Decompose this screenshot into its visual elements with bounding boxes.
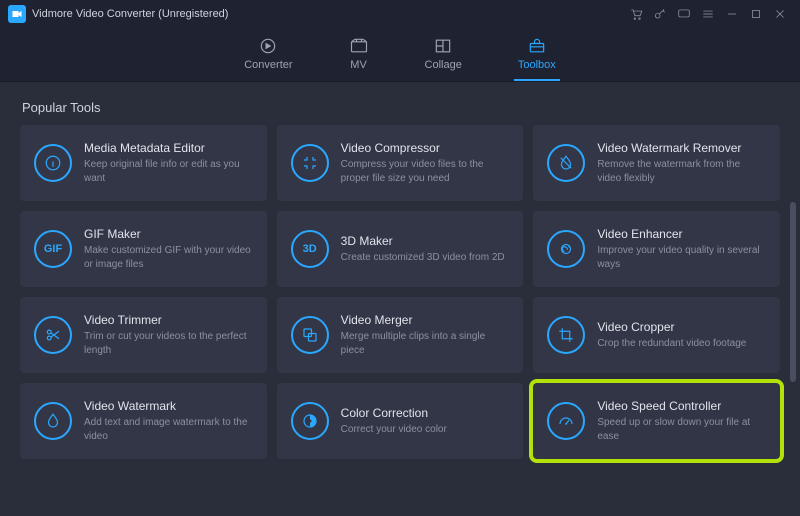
- tab-mv[interactable]: MV: [345, 28, 373, 81]
- tool-card-text: Media Metadata Editor Keep original file …: [84, 141, 253, 185]
- app-title: Vidmore Video Converter (Unregistered): [32, 8, 228, 20]
- tool-title: GIF Maker: [84, 227, 253, 241]
- app-logo-icon: [8, 5, 26, 23]
- compress-icon: [291, 144, 329, 182]
- tool-title: 3D Maker: [341, 234, 505, 248]
- tool-card[interactable]: Video Watermark Remover Remove the waterm…: [533, 125, 780, 201]
- water-icon: [34, 402, 72, 440]
- main-nav: Converter MV Collage Toolbox: [0, 28, 800, 82]
- scrollbar-thumb[interactable]: [790, 202, 796, 382]
- tool-card[interactable]: Video Trimmer Trim or cut your videos to …: [20, 297, 267, 373]
- tool-title: Video Cropper: [597, 320, 746, 334]
- info-icon: [34, 144, 72, 182]
- tool-desc: Trim or cut your videos to the perfect l…: [84, 330, 253, 357]
- close-icon[interactable]: [768, 0, 792, 28]
- tool-desc: Merge multiple clips into a single piece: [341, 330, 510, 357]
- tool-desc: Crop the redundant video footage: [597, 337, 746, 351]
- tool-title: Video Watermark: [84, 399, 253, 413]
- feedback-icon[interactable]: [672, 0, 696, 28]
- speed-icon: [547, 402, 585, 440]
- tab-label: Toolbox: [518, 59, 556, 71]
- tool-card[interactable]: GIF GIF Maker Make customized GIF with you…: [20, 211, 267, 287]
- tab-collage[interactable]: Collage: [421, 28, 466, 81]
- crop-icon: [547, 316, 585, 354]
- scrollbar[interactable]: [790, 202, 796, 502]
- tool-desc: Compress your video files to the proper …: [341, 158, 510, 185]
- tab-toolbox[interactable]: Toolbox: [514, 28, 560, 81]
- tool-title: Video Watermark Remover: [597, 141, 766, 155]
- tool-card-text: Video Merger Merge multiple clips into a …: [341, 313, 510, 357]
- tool-title: Video Merger: [341, 313, 510, 327]
- nowater-icon: [547, 144, 585, 182]
- tool-card-text: Video Cropper Crop the redundant video fo…: [597, 320, 746, 351]
- maximize-icon[interactable]: [744, 0, 768, 28]
- tool-card[interactable]: Color Correction Correct your video color: [277, 383, 524, 459]
- tools-grid: Media Metadata Editor Keep original file …: [20, 125, 780, 459]
- tool-card[interactable]: 3D 3D Maker Create customized 3D video fro…: [277, 211, 524, 287]
- menu-icon[interactable]: [696, 0, 720, 28]
- tool-desc: Keep original file info or edit as you w…: [84, 158, 253, 185]
- tool-desc: Improve your video quality in several wa…: [597, 244, 766, 271]
- tool-card-text: Video Enhancer Improve your video quality…: [597, 227, 766, 271]
- tool-card-text: Video Trimmer Trim or cut your videos to …: [84, 313, 253, 357]
- titlebar: Vidmore Video Converter (Unregistered): [0, 0, 800, 28]
- 3d-icon: 3D: [291, 230, 329, 268]
- tool-card[interactable]: Video Cropper Crop the redundant video fo…: [533, 297, 780, 373]
- merge-icon: [291, 316, 329, 354]
- trim-icon: [34, 316, 72, 354]
- tool-card[interactable]: Video Watermark Add text and image waterm…: [20, 383, 267, 459]
- tool-card[interactable]: Video Speed Controller Speed up or slow d…: [533, 383, 780, 459]
- tool-card[interactable]: Video Compressor Compress your video file…: [277, 125, 524, 201]
- tool-desc: Add text and image watermark to the vide…: [84, 416, 253, 443]
- tool-desc: Make customized GIF with your video or i…: [84, 244, 253, 271]
- tool-card-text: Video Speed Controller Speed up or slow d…: [597, 399, 766, 443]
- tool-card[interactable]: Video Enhancer Improve your video quality…: [533, 211, 780, 287]
- tool-card-text: GIF Maker Make customized GIF with your v…: [84, 227, 253, 271]
- color-icon: [291, 402, 329, 440]
- tool-title: Video Compressor: [341, 141, 510, 155]
- enhance-icon: [547, 230, 585, 268]
- tab-label: MV: [350, 59, 367, 71]
- tool-title: Video Speed Controller: [597, 399, 766, 413]
- tool-title: Color Correction: [341, 406, 447, 420]
- tool-card-text: Video Watermark Add text and image waterm…: [84, 399, 253, 443]
- tool-title: Media Metadata Editor: [84, 141, 253, 155]
- tool-desc: Remove the watermark from the video flex…: [597, 158, 766, 185]
- tool-title: Video Trimmer: [84, 313, 253, 327]
- tool-desc: Correct your video color: [341, 423, 447, 437]
- tab-label: Converter: [244, 59, 292, 71]
- tool-desc: Speed up or slow down your file at ease: [597, 416, 766, 443]
- tool-card-text: Video Watermark Remover Remove the waterm…: [597, 141, 766, 185]
- tool-card-text: 3D Maker Create customized 3D video from …: [341, 234, 505, 265]
- gif-icon: GIF: [34, 230, 72, 268]
- tab-converter[interactable]: Converter: [240, 28, 296, 81]
- content-area: Popular Tools Media Metadata Editor Keep …: [0, 82, 800, 516]
- tool-card-text: Video Compressor Compress your video file…: [341, 141, 510, 185]
- tool-card[interactable]: Video Merger Merge multiple clips into a …: [277, 297, 524, 373]
- tab-label: Collage: [425, 59, 462, 71]
- cart-icon[interactable]: [624, 0, 648, 28]
- tool-title: Video Enhancer: [597, 227, 766, 241]
- tool-card[interactable]: Media Metadata Editor Keep original file …: [20, 125, 267, 201]
- section-title: Popular Tools: [22, 100, 780, 115]
- tool-card-text: Color Correction Correct your video color: [341, 406, 447, 437]
- tool-desc: Create customized 3D video from 2D: [341, 251, 505, 265]
- key-icon[interactable]: [648, 0, 672, 28]
- minimize-icon[interactable]: [720, 0, 744, 28]
